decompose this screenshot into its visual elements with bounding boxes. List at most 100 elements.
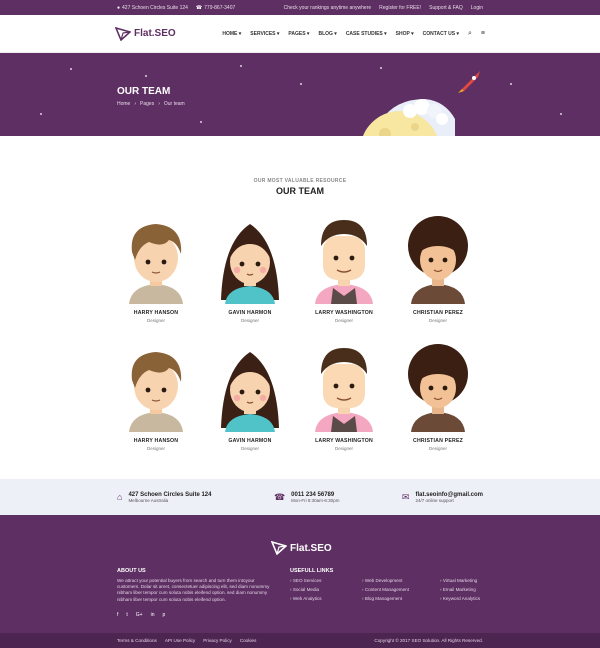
breadcrumb-pages[interactable]: Pages xyxy=(140,101,154,107)
contact-email-sub: 24/7 online support xyxy=(415,497,454,503)
member-role: Designer xyxy=(428,446,447,451)
nav-home[interactable]: HOME ▾ xyxy=(222,31,241,37)
facebook-icon[interactable]: f xyxy=(117,612,118,618)
paper-plane-logo-icon xyxy=(271,541,287,555)
support-link[interactable]: Support & FAQ xyxy=(429,5,463,11)
team-member-card[interactable]: GAVIN HARMON Designer xyxy=(210,212,290,323)
member-name: GAVIN HARMON xyxy=(228,310,272,316)
contact-strip: ⌂ 427 Schoen Circles Suite 124 Melbourne… xyxy=(0,479,600,515)
star-decoration xyxy=(240,65,242,67)
section-subtitle: OUR MOST VALUABLE RESOURCE xyxy=(253,178,347,184)
topbar-address: 427 Schoen Circles Suite 124 xyxy=(122,4,188,11)
main-nav: HOME ▾ SERVICES ▾ PAGES ▾ BLOG ▾ CASE ST… xyxy=(222,30,485,38)
contact-email-main[interactable]: flat.seoinfo@gmail.com xyxy=(415,492,483,498)
phone-icon: ☎ xyxy=(195,4,203,11)
member-role: Designer xyxy=(240,318,259,323)
star-decoration xyxy=(40,113,42,115)
bottom-bar: Terms & Conditions API Use Policy Privac… xyxy=(0,633,600,648)
footer-link[interactable]: › Keyword Analytics xyxy=(440,596,500,601)
breadcrumb-home[interactable]: Home xyxy=(117,101,130,107)
team-member-card[interactable]: HARRY HANSON Designer xyxy=(116,212,196,323)
footer-link[interactable]: › Virtual Marketing xyxy=(440,578,500,583)
team-member-card[interactable]: GAVIN HARMON Designer xyxy=(210,340,290,451)
cookies-link[interactable]: Cookies xyxy=(240,638,257,643)
nav-blog[interactable]: BLOG ▾ xyxy=(318,31,336,37)
team-member-card[interactable]: LARRY WASHINGTON Designer xyxy=(304,212,384,323)
member-name: HARRY HANSON xyxy=(133,438,179,444)
avatar-man-vest xyxy=(315,220,373,304)
nav-shop[interactable]: SHOP ▾ xyxy=(396,31,414,37)
footer-link[interactable]: › Email Marketing xyxy=(440,587,500,592)
member-name: CHRISTIAN PEREZ xyxy=(413,310,463,316)
about-text: We attract your potential buyers from se… xyxy=(117,578,270,602)
member-role: Designer xyxy=(146,318,165,323)
site-logo[interactable]: Flat.SEO xyxy=(115,26,176,41)
footer: Flat.SEO ABOUT US We attract your potent… xyxy=(0,515,600,633)
avatar-boy-shaggy xyxy=(129,224,183,304)
rocket-icon xyxy=(458,71,480,93)
member-role: Designer xyxy=(146,446,165,451)
privacy-link[interactable]: Privacy Policy xyxy=(203,638,232,643)
team-member-card[interactable]: LARRY WASHINGTON Designer xyxy=(304,340,384,451)
member-name: HARRY HANSON xyxy=(133,310,179,316)
star-decoration xyxy=(380,67,382,69)
footer-link[interactable]: › Web Analytics xyxy=(290,596,362,601)
star-decoration xyxy=(200,121,202,123)
map-marker-icon: ⌂ xyxy=(117,492,123,502)
star-decoration xyxy=(145,75,147,77)
map-marker-icon: ● xyxy=(117,4,121,11)
avatar-boy-shaggy xyxy=(129,352,183,432)
footer-link[interactable]: › Content Management xyxy=(362,587,440,592)
footer-link[interactable]: › Blog Management xyxy=(362,596,440,601)
avatar-girl-bob xyxy=(221,224,279,304)
contact-phone-sub: Mon-Fri 8:30am-6:30pm xyxy=(291,497,340,503)
copyright-text: Copyright © 2017 SEO Solution. All Right… xyxy=(374,638,483,643)
terms-link[interactable]: Terms & Conditions xyxy=(117,638,157,643)
envelope-icon: ✉ xyxy=(401,491,410,502)
login-link[interactable]: Login xyxy=(471,5,483,11)
nav-case-studies[interactable]: CASE STUDIES ▾ xyxy=(346,31,387,37)
footer-link[interactable]: › Web Development xyxy=(362,578,440,583)
page-title: OUR TEAM xyxy=(117,86,171,97)
topbar-check-text: Check your rankings anytime anywhere xyxy=(283,4,372,11)
nav-contact-us[interactable]: CONTACT US ▾ xyxy=(423,31,459,37)
footer-logo[interactable]: Flat.SEO xyxy=(271,541,332,555)
member-role: Designer xyxy=(334,318,353,323)
pinterest-icon[interactable]: p xyxy=(163,612,166,618)
member-name: CHRISTIAN PEREZ xyxy=(413,438,463,444)
footer-link[interactable]: › SEO Services xyxy=(290,578,362,583)
star-decoration xyxy=(70,68,72,70)
register-link[interactable]: Register for FREE! xyxy=(379,5,421,11)
team-member-card[interactable]: CHRISTIAN PEREZ Designer xyxy=(398,212,478,323)
nav-pages[interactable]: PAGES ▾ xyxy=(288,31,309,37)
avatar-man-afro xyxy=(408,344,468,432)
member-name: GAVIN HARMON xyxy=(228,438,272,444)
phone-info: ☎ 779-867-3407 xyxy=(196,5,235,11)
member-name: LARRY WASHINGTON xyxy=(315,310,373,316)
twitter-icon[interactable]: t xyxy=(126,612,127,618)
member-name: LARRY WASHINGTON xyxy=(315,438,373,444)
search-icon[interactable]: ⌕ xyxy=(468,30,472,38)
footer-logo-text: Flat.SEO xyxy=(290,542,332,554)
team-member-card[interactable]: HARRY HANSON Designer xyxy=(116,340,196,451)
menu-icon[interactable]: ≡ xyxy=(481,30,485,37)
page-hero: OUR TEAM Home › Pages › Our team xyxy=(0,53,600,136)
avatar-girl-bob xyxy=(221,352,279,432)
google-plus-icon[interactable]: G+ xyxy=(136,612,143,618)
about-heading: ABOUT US xyxy=(117,568,146,574)
footer-link[interactable]: › Social Media xyxy=(290,587,362,592)
contact-address-main: 427 Schoen Circles Suite 124 xyxy=(128,491,212,498)
api-policy-link[interactable]: API Use Policy xyxy=(165,638,195,643)
linkedin-icon[interactable]: in xyxy=(151,612,155,618)
contact-phone-main[interactable]: 0011 234 56789 xyxy=(291,492,339,498)
member-role: Designer xyxy=(240,446,259,451)
contact-address-sub: Melbourne Australia xyxy=(128,497,169,503)
breadcrumb-current: Our team xyxy=(163,101,185,107)
links-heading: USEFULL LINKS xyxy=(290,568,334,574)
nav-services[interactable]: SERVICES ▾ xyxy=(250,31,279,37)
paper-plane-logo-icon xyxy=(115,26,131,41)
contact-address: ⌂ 427 Schoen Circles Suite 124 Melbourne… xyxy=(117,492,211,503)
section-title: OUR TEAM xyxy=(276,186,324,196)
team-member-card[interactable]: CHRISTIAN PEREZ Designer xyxy=(398,340,478,451)
top-bar: ● 427 Schoen Circles Suite 124 ☎ 779-867-3… xyxy=(0,0,600,15)
